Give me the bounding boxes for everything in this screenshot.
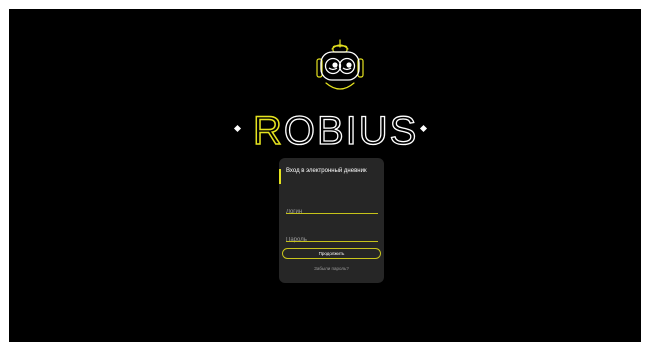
- login-input[interactable]: [286, 206, 378, 218]
- robot-head-icon: [316, 39, 364, 90]
- brand-wordmark: ROBIUS: [233, 108, 428, 153]
- brand-name-rest: OBIUS: [284, 109, 418, 153]
- continue-button[interactable]: Продолжить: [282, 248, 381, 259]
- page-background: ROBIUS Вход в электронный дневник Продол…: [9, 9, 641, 342]
- brand-letter-r: R: [253, 109, 284, 153]
- login-underline: [286, 213, 378, 214]
- login-card: Вход в электронный дневник Продолжить За…: [279, 158, 384, 283]
- password-field[interactable]: [286, 228, 378, 246]
- password-input[interactable]: [286, 234, 378, 246]
- forgot-password-link[interactable]: Забыли пароль?: [279, 266, 384, 271]
- card-accent-bar: [279, 169, 281, 184]
- login-field[interactable]: [286, 200, 378, 218]
- password-underline: [286, 241, 378, 242]
- svg-text:ROBIUS: ROBIUS: [253, 109, 418, 153]
- login-title: Вход в электронный дневник: [286, 168, 367, 174]
